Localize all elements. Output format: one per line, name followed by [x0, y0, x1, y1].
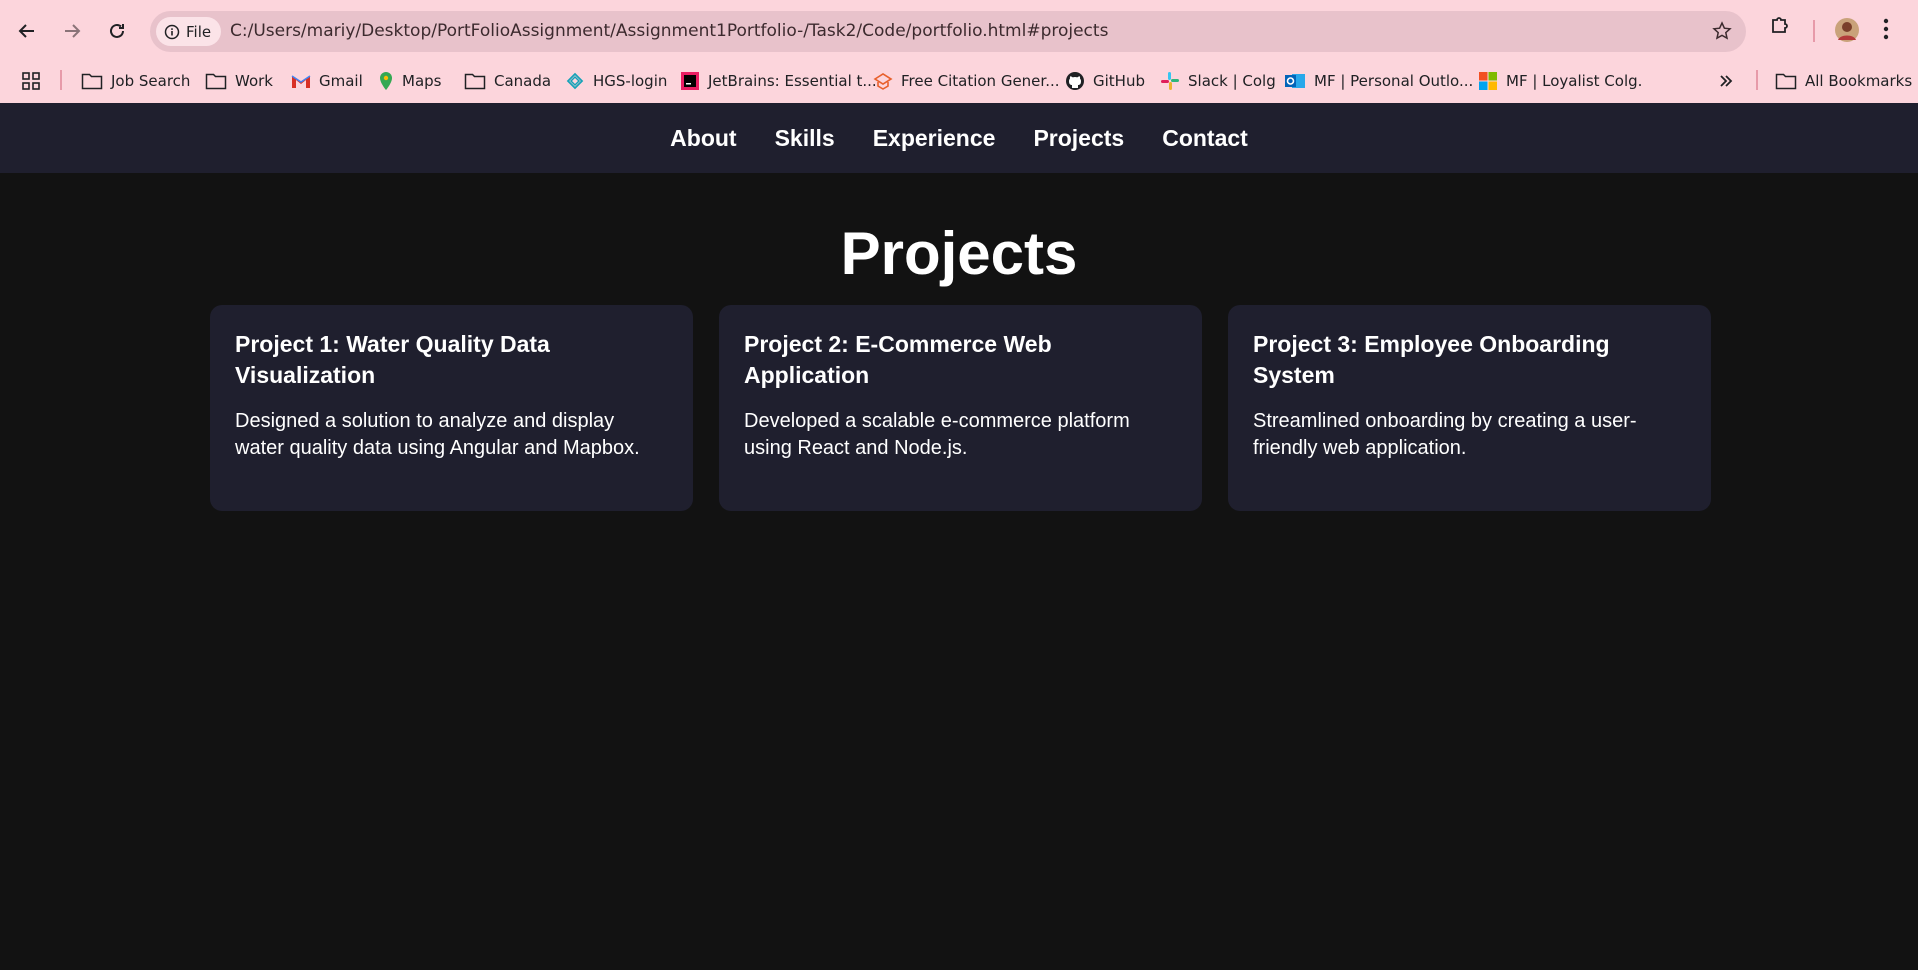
reload-icon: [110, 23, 124, 38]
project-cards: Project 1: Water Quality Data Visualizat…: [210, 305, 1711, 511]
forward-button[interactable]: [54, 13, 90, 49]
info-icon: [164, 24, 180, 39]
bookmark-hgs-login[interactable]: HGS-login: [565, 66, 667, 96]
bookmark-label: Job Search: [111, 72, 191, 90]
folder-icon: [205, 73, 227, 90]
reload-button[interactable]: [99, 13, 135, 49]
project-title: Project 2: E-Commerce Web Application: [744, 331, 1052, 388]
apps-button[interactable]: [20, 66, 42, 96]
bookmark-star-button[interactable]: [1712, 21, 1732, 45]
folder-icon: [81, 73, 103, 90]
bookmark-label: Canada: [494, 72, 552, 90]
url-text[interactable]: C:/Users/mariy/Desktop/PortFolioAssignme…: [230, 11, 1108, 52]
nav-link-projects[interactable]: Projects: [1033, 125, 1124, 152]
bookmark-maps[interactable]: Maps: [378, 66, 441, 96]
apps-grid-icon: [22, 72, 40, 90]
bookmark-label: Free Citation Gener...: [901, 72, 1060, 90]
nav-link-contact[interactable]: Contact: [1162, 125, 1248, 152]
project-card: Project 1: Water Quality Data Visualizat…: [210, 305, 693, 511]
slack-icon: [1161, 72, 1179, 90]
bookmark-canada[interactable]: Canada: [464, 66, 551, 96]
star-icon: [1712, 21, 1732, 40]
bookmark-label: JetBrains: Essential t...: [708, 72, 877, 90]
all-bookmarks-label: All Bookmarks: [1805, 72, 1913, 90]
bookmark-gmail[interactable]: Gmail: [291, 66, 363, 96]
nav-link-skills[interactable]: Skills: [775, 125, 835, 152]
menu-button[interactable]: [1882, 17, 1890, 45]
bookmark-citation[interactable]: Free Citation Gener...: [873, 66, 1060, 96]
bookmark-label: GitHub: [1093, 72, 1145, 90]
project-description: Designed a solution to analyze and displ…: [235, 410, 640, 459]
section-title: Projects: [840, 220, 1078, 287]
site-chip-label: File: [186, 22, 212, 41]
project-title: Project 3: Employee Onboarding System: [1253, 331, 1610, 388]
more-vert-icon: [1883, 18, 1889, 40]
bookmark-label: MF | Personal Outlo...: [1314, 72, 1474, 90]
avatar-icon: [1835, 18, 1859, 42]
arrow-right-icon: [65, 24, 81, 38]
github-icon: [1066, 72, 1084, 90]
extensions-button[interactable]: [1769, 13, 1793, 41]
profile-avatar[interactable]: [1834, 17, 1860, 47]
project-description: Developed a scalable e-commerce platform…: [744, 410, 1130, 459]
all-bookmarks-button[interactable]: All Bookmarks: [1775, 66, 1912, 96]
hgs-icon: [566, 72, 584, 90]
bookmark-slack[interactable]: Slack | Colg: [1160, 66, 1276, 96]
jetbrains-icon: [681, 72, 699, 90]
arrow-left-icon: [18, 24, 34, 38]
bookmark-jetbrains[interactable]: JetBrains: Essential t...: [680, 66, 877, 96]
bookmark-outlook[interactable]: MF | Personal Outlo...: [1284, 66, 1473, 96]
bookmarks-divider: [60, 70, 62, 90]
site-info-chip[interactable]: File: [156, 17, 222, 46]
address-bar[interactable]: File C:/Users/mariy/Desktop/PortFolioAss…: [150, 11, 1746, 52]
more-bookmarks-button[interactable]: [1718, 66, 1734, 96]
site-navbar: About Skills Experience Projects Contact: [0, 103, 1918, 173]
bookmarks-divider: [1756, 70, 1758, 90]
folder-icon: [1775, 73, 1797, 90]
browser-toolbar: File C:/Users/mariy/Desktop/PortFolioAss…: [0, 0, 1918, 60]
project-description: Streamlined onboarding by creating a use…: [1253, 410, 1637, 459]
outlook-icon: [1285, 74, 1305, 88]
bookmark-work[interactable]: Work: [205, 66, 273, 96]
gmail-icon: [291, 75, 311, 88]
bookmark-label: HGS-login: [593, 72, 668, 90]
double-chevron-right-icon: [1720, 75, 1733, 87]
maps-icon: [380, 72, 392, 90]
project-title: Project 1: Water Quality Data Visualizat…: [235, 331, 550, 388]
nav-link-experience[interactable]: Experience: [873, 125, 996, 152]
bookmark-job-search[interactable]: Job Search: [81, 66, 190, 96]
bookmark-label: Maps: [402, 72, 442, 90]
browser-chrome: File C:/Users/mariy/Desktop/PortFolioAss…: [0, 0, 1918, 103]
microsoft-icon: [1479, 72, 1497, 90]
nav-link-about[interactable]: About: [670, 125, 736, 152]
project-card: Project 2: E-Commerce Web Application De…: [719, 305, 1202, 511]
bookmark-label: Slack | Colg: [1188, 72, 1276, 90]
folder-icon: [464, 73, 486, 90]
bookmark-microsoft[interactable]: MF | Loyalist Colg.: [1478, 66, 1642, 96]
toolbar-divider: [1813, 20, 1815, 42]
back-button[interactable]: [9, 13, 45, 49]
project-card: Project 3: Employee Onboarding System St…: [1228, 305, 1711, 511]
bookmark-label: MF | Loyalist Colg.: [1506, 72, 1643, 90]
bookmark-label: Work: [235, 72, 273, 90]
puzzle-icon: [1772, 17, 1788, 33]
bookmark-github[interactable]: GitHub: [1065, 66, 1145, 96]
citation-icon: [873, 73, 893, 90]
bookmark-label: Gmail: [319, 72, 363, 90]
